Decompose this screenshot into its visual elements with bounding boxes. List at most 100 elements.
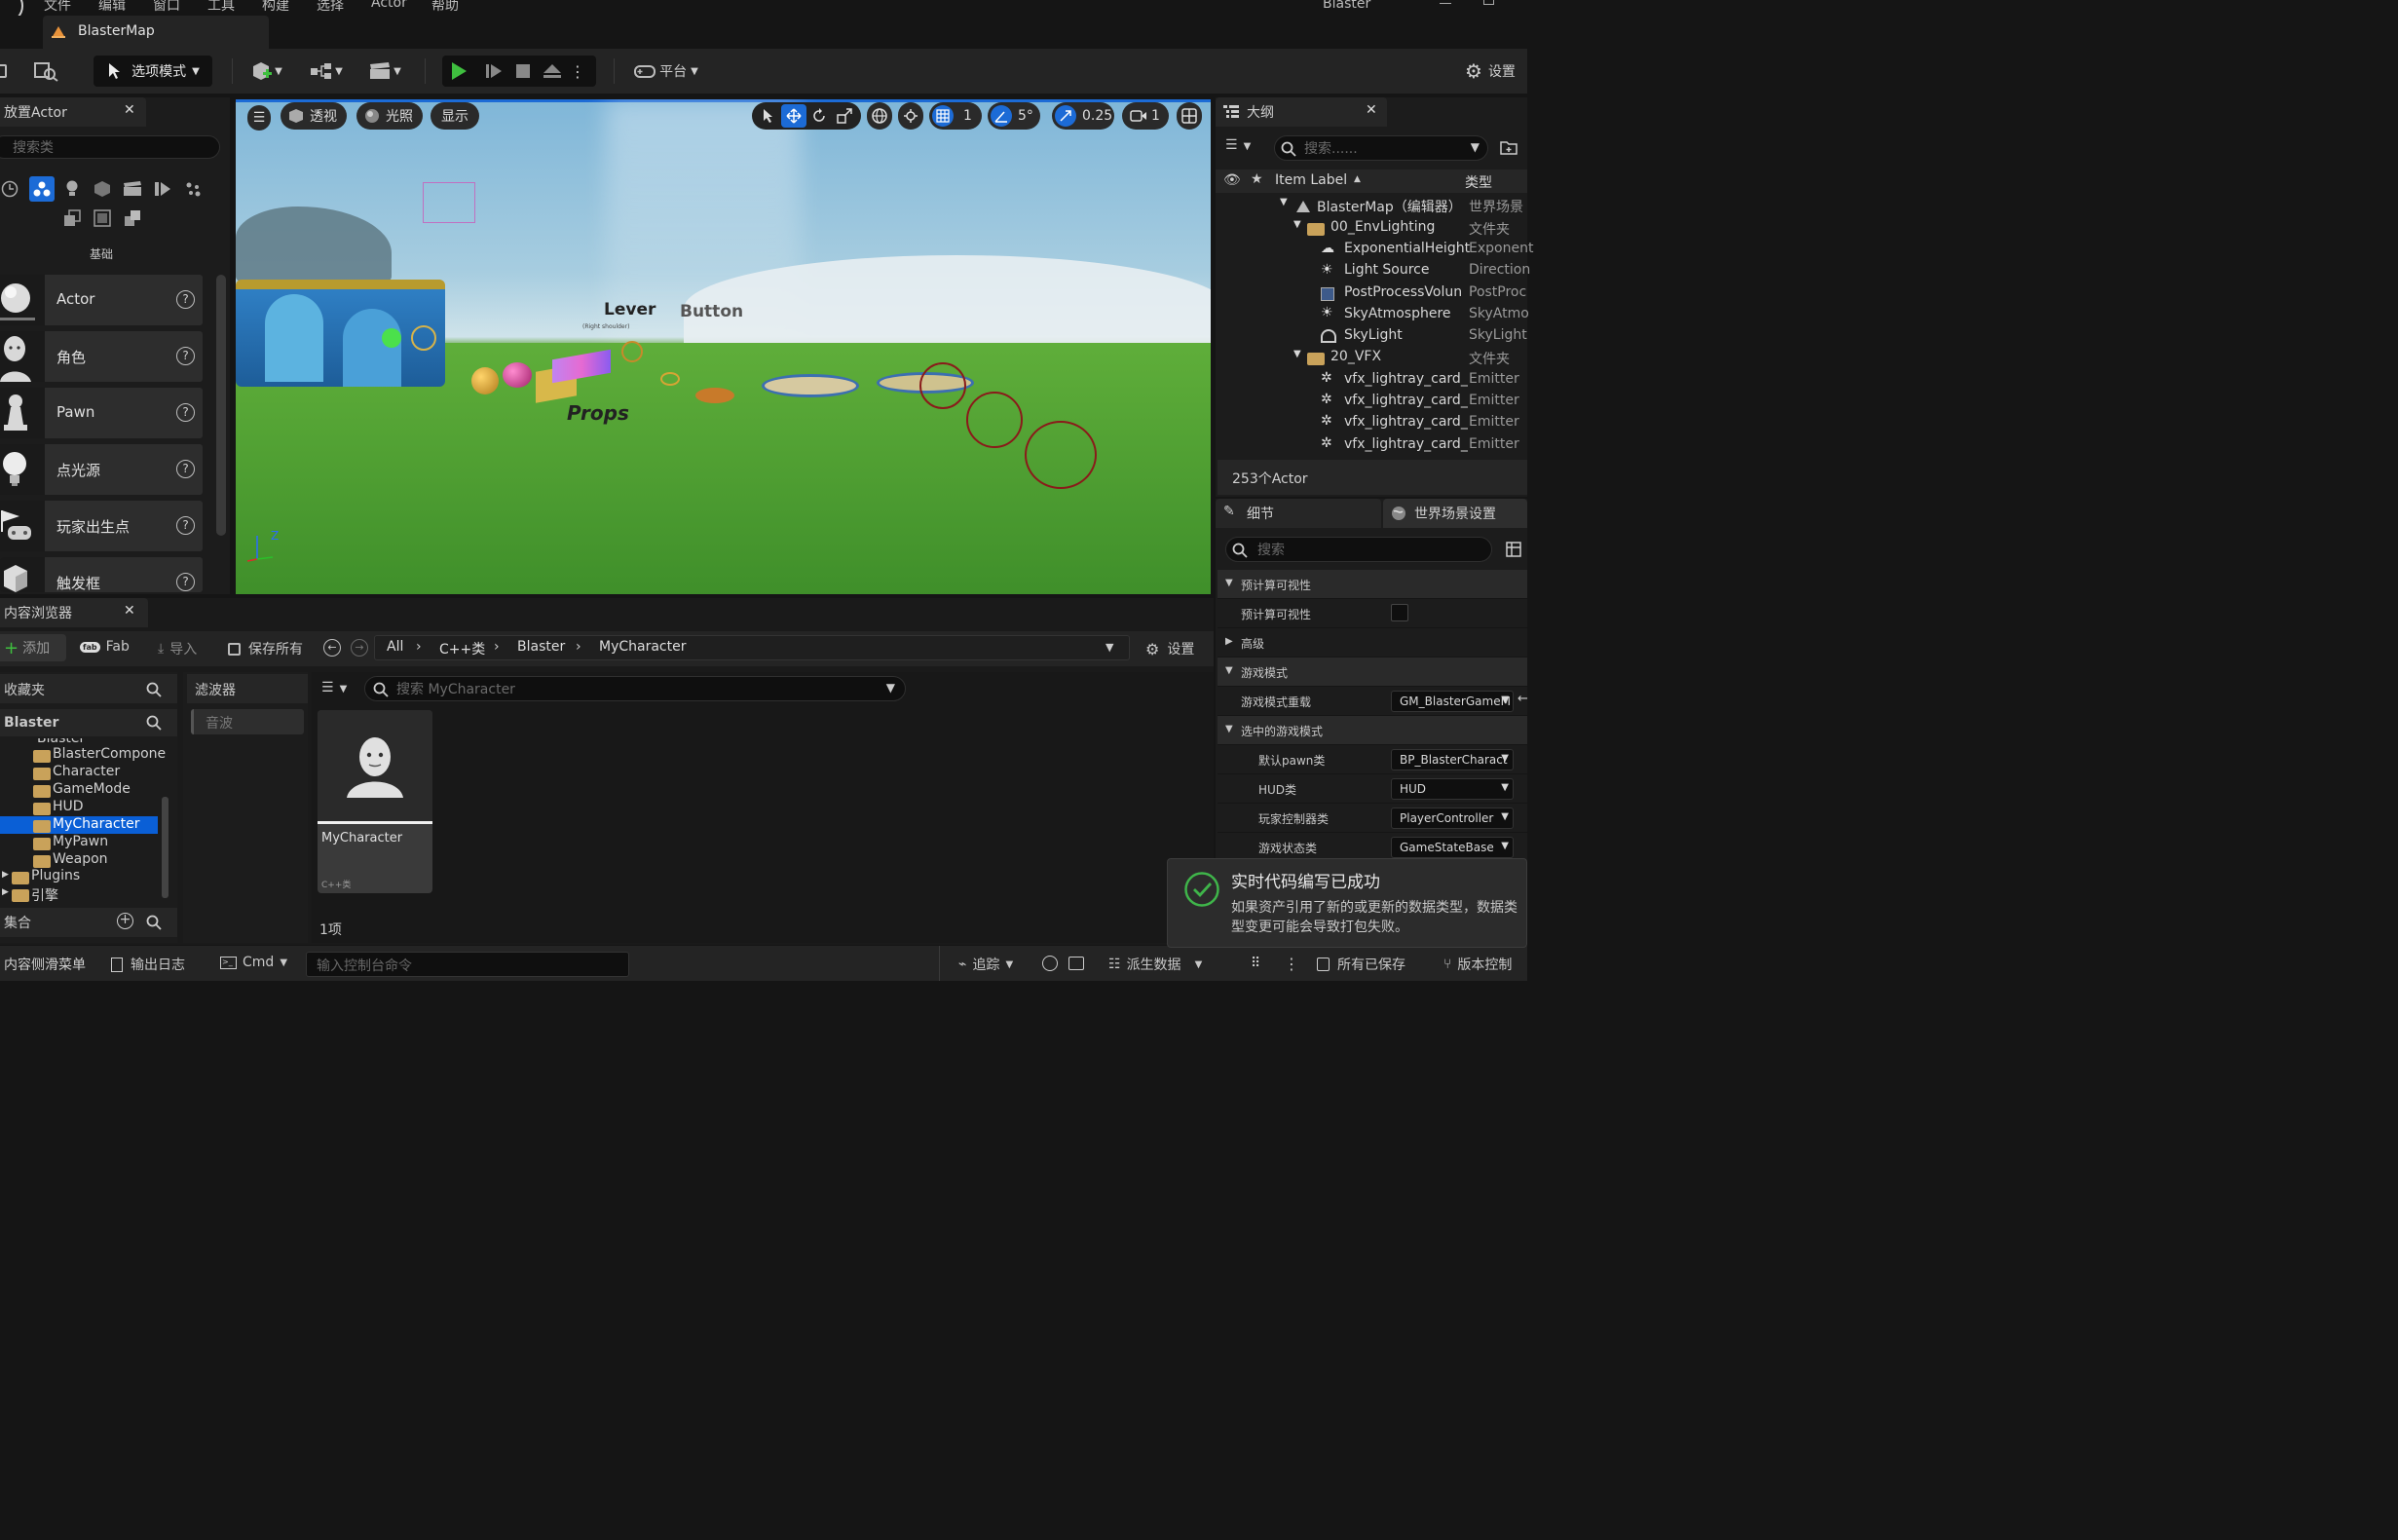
console-input[interactable]: 输入控制台命令	[306, 952, 629, 977]
tree-item[interactable]: HUD	[0, 799, 158, 816]
all-classes-icon[interactable]	[91, 207, 114, 230]
mode-dropdown[interactable]: 选项模式 ▼	[94, 56, 212, 87]
eye-icon[interactable]: 👁	[1223, 172, 1241, 188]
help-icon[interactable]: ?	[176, 516, 195, 535]
precomputed-checkbox[interactable]	[1391, 604, 1408, 621]
show-button[interactable]: 显示	[431, 102, 479, 130]
select-tool-icon[interactable]	[756, 104, 781, 128]
version-control-button[interactable]: ⑂ 版本控制	[1443, 955, 1512, 974]
tree-item[interactable]: Weapon	[0, 851, 158, 869]
star-icon[interactable]: ★	[1251, 171, 1263, 187]
favorites-header[interactable]: 收藏夹	[0, 674, 177, 703]
close-icon[interactable]: ✕	[1366, 102, 1377, 118]
search-icon[interactable]	[146, 715, 162, 731]
place-actors-tab[interactable]: 放置Actor ✕	[0, 97, 146, 127]
details-search[interactable]: 搜索	[1225, 537, 1492, 562]
hud-class-select[interactable]: HUD ▼	[1391, 778, 1514, 800]
content-drawer-button[interactable]: 内容侧滑菜单	[4, 955, 86, 974]
volumes-icon[interactable]	[60, 207, 84, 230]
recent-icon[interactable]	[0, 177, 21, 201]
help-icon[interactable]: ?	[176, 573, 195, 591]
blueprint-button[interactable]: ▼	[306, 56, 347, 87]
game-state-select[interactable]: GameStateBase ▼	[1391, 837, 1514, 858]
import-button[interactable]: ⤓ 导入	[158, 639, 197, 658]
player-controller-select[interactable]: PlayerController ▼	[1391, 808, 1514, 829]
outliner-tab[interactable]: 大纲 ✕	[1216, 97, 1387, 127]
source-control-grid-icon[interactable]: ⠿	[1251, 956, 1260, 971]
add-button[interactable]: + 添加	[0, 634, 66, 661]
trace-button[interactable]: ⌁ 追踪 ▼	[958, 955, 1013, 974]
outliner-filter-button[interactable]: ☰ ▼	[1225, 137, 1268, 159]
tree-item[interactable]: ▶ 引擎	[0, 885, 158, 904]
cube-icon[interactable]	[91, 177, 114, 201]
chevron-down-icon[interactable]: ▼	[1105, 641, 1113, 654]
maximize-icon[interactable]	[1483, 0, 1494, 5]
tree-item[interactable]: MyPawn	[0, 834, 158, 851]
actor-item-player-start[interactable]: 玩家出生点 ?	[0, 501, 203, 551]
tree-item[interactable]: Character	[0, 764, 158, 781]
rotate-tool-icon[interactable]	[806, 104, 832, 128]
col-type[interactable]: 类型	[1465, 172, 1492, 192]
section-precomputed-visibility[interactable]: ▼ 预计算可视性	[1218, 570, 1527, 599]
asset-search[interactable]: 搜索 MyCharacter ▼	[364, 676, 906, 701]
settings-button[interactable]: ⚙ 设置	[1465, 56, 1533, 87]
tree-item[interactable]: ▶ Plugins	[0, 868, 158, 885]
perspective-button[interactable]: 透视	[281, 102, 347, 130]
save-all-button[interactable]: 保存所有	[228, 639, 303, 658]
step-icon[interactable]	[479, 62, 508, 80]
table-view-icon[interactable]	[1506, 542, 1521, 557]
derived-data-button[interactable]: ☷ 派生数据 ▼	[1108, 955, 1202, 974]
scale-tool-icon[interactable]	[832, 104, 857, 128]
breadcrumb-item[interactable]: C++类	[439, 639, 485, 658]
breadcrumb-item[interactable]: All	[387, 639, 403, 655]
breadcrumb-item[interactable]: MyCharacter	[599, 639, 686, 655]
more-options-icon[interactable]: ⋮	[1284, 955, 1299, 973]
tree-item-selected[interactable]: MyCharacter	[0, 816, 158, 834]
stop-icon[interactable]	[508, 63, 538, 79]
menu-select[interactable]: 选择	[317, 0, 344, 15]
grid-snap[interactable]: 1	[929, 102, 982, 130]
world-settings-tab[interactable]: 世界场景设置	[1383, 499, 1527, 528]
help-icon[interactable]: ?	[176, 460, 195, 478]
help-icon[interactable]: ?	[176, 347, 195, 365]
level-tab[interactable]: BlasterMap	[43, 16, 269, 49]
cinematic-icon[interactable]	[121, 177, 144, 201]
scale-snap[interactable]: 0.25	[1052, 102, 1114, 130]
tree-scrollbar[interactable]	[162, 797, 169, 898]
default-pawn-select[interactable]: BP_BlasterCharact ▼	[1391, 749, 1514, 770]
eject-icon[interactable]	[538, 63, 567, 79]
search-icon[interactable]	[146, 682, 162, 697]
browse-icon[interactable]	[31, 56, 60, 87]
tree-item[interactable]: GameMode	[0, 781, 158, 799]
output-log-button[interactable]: 输出日志	[111, 955, 185, 974]
more-options-icon[interactable]: ⋮	[567, 62, 588, 81]
menu-actor[interactable]: Actor	[371, 0, 407, 11]
fab-button[interactable]: fab Fab	[80, 639, 130, 655]
menu-window[interactable]: 窗口	[153, 0, 180, 15]
reset-arrow-icon[interactable]: ←	[1517, 692, 1528, 706]
angle-snap[interactable]: 5°	[988, 102, 1040, 130]
actor-item-actor[interactable]: Actor ?	[0, 275, 203, 325]
close-icon[interactable]: ✕	[124, 603, 135, 619]
details-tab[interactable]: ✎ 细节	[1216, 499, 1381, 528]
record-icon[interactable]	[1042, 956, 1058, 971]
actor-item-character[interactable]: 角色 ?	[0, 331, 203, 382]
close-icon[interactable]: ✕	[124, 102, 135, 118]
all-saved-button[interactable]: 所有已保存	[1317, 955, 1405, 974]
cb-settings-button[interactable]: ⚙ 设置	[1145, 639, 1194, 658]
light-bulb-icon[interactable]	[60, 177, 84, 201]
search-icon[interactable]	[146, 915, 162, 930]
actor-item-point-light[interactable]: 点光源 ?	[0, 444, 203, 495]
add-folder-icon[interactable]	[1500, 139, 1517, 155]
screenshot-icon[interactable]	[1068, 957, 1084, 970]
visual-effects-icon[interactable]	[151, 177, 174, 201]
col-item-label[interactable]: Item Label	[1275, 172, 1347, 188]
actor-item-trigger-box[interactable]: 触发框 ?	[0, 557, 203, 592]
asset-tile-mycharacter[interactable]: MyCharacter C++类	[318, 710, 432, 893]
basic-shapes-icon[interactable]	[29, 176, 55, 202]
particles-icon[interactable]	[181, 177, 205, 201]
minimize-icon[interactable]	[1440, 0, 1451, 4]
section-selected-game-mode[interactable]: ▼ 选中的游戏模式	[1218, 716, 1527, 745]
menu-tools[interactable]: 工具	[207, 0, 235, 15]
menu-help[interactable]: 帮助	[431, 0, 459, 15]
